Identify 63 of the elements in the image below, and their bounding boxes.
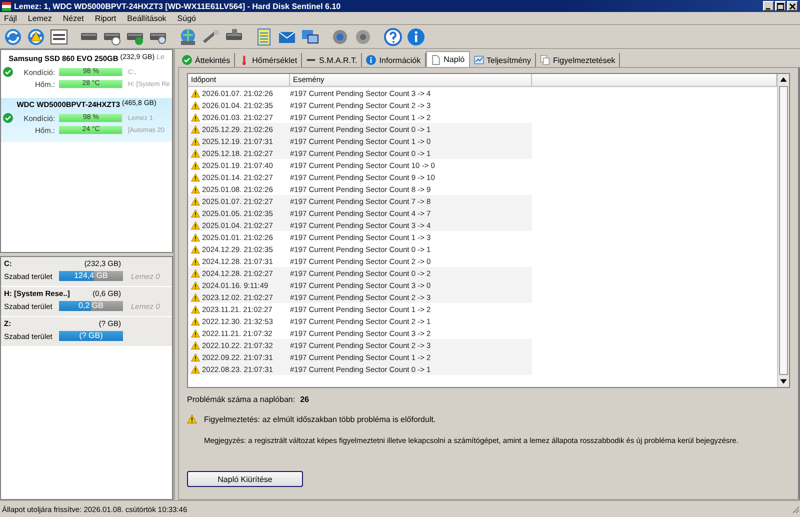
warning-icon xyxy=(191,340,200,350)
menu-item[interactable]: Riport xyxy=(94,14,116,22)
chart-icon xyxy=(474,55,484,65)
maximize-icon xyxy=(777,2,784,10)
menu-item[interactable]: Nézet xyxy=(62,14,84,22)
document-icon xyxy=(430,54,441,64)
info-icon[interactable] xyxy=(405,26,427,48)
free-space-bar: 124,4 GB xyxy=(59,271,123,281)
help-icon[interactable] xyxy=(382,26,404,48)
info-icon xyxy=(366,55,376,65)
tab[interactable]: Áttekintés xyxy=(178,53,236,67)
warning-icon xyxy=(191,124,200,134)
warning-icon xyxy=(191,244,200,254)
warning-icon xyxy=(191,208,200,218)
scrollbar[interactable] xyxy=(777,74,789,387)
free-space-bar: 0,2 GB xyxy=(59,301,123,311)
warning-icon xyxy=(191,196,200,206)
menu-item[interactable]: Súgó xyxy=(177,14,196,22)
warning-icon xyxy=(191,160,200,170)
warning-icon xyxy=(191,364,200,374)
warning-icon xyxy=(187,414,197,424)
tab[interactable]: Figyelmeztetések xyxy=(536,53,620,67)
warning-text: Figyelmeztetés: az elmúlt időszakban több probléma is előfordult. xyxy=(204,414,436,424)
app-icon xyxy=(2,2,11,10)
check-icon xyxy=(182,55,192,65)
tab[interactable]: S.M.A.R.T. xyxy=(302,53,362,67)
warning-icon xyxy=(191,172,200,182)
warning-icon xyxy=(191,112,200,122)
warning-icon xyxy=(191,88,200,98)
close-button[interactable] xyxy=(787,1,798,11)
problem-count: 26 xyxy=(300,395,309,404)
warning-icon xyxy=(191,316,200,326)
tab[interactable]: Napló xyxy=(426,51,470,67)
warning-icon xyxy=(191,220,200,230)
warning-icon xyxy=(191,256,200,266)
warning-icon xyxy=(191,352,200,362)
check-icon xyxy=(3,67,13,77)
window-title: Lemez: 1, WDC WD5000BPVT-24HXZT3 [WD-WX11E61LV564] - Hard Disk Sentinel 6.10 xyxy=(14,2,342,10)
check-icon xyxy=(3,113,13,123)
menu-item[interactable]: Fájl xyxy=(4,14,17,22)
tab[interactable]: Információk xyxy=(362,53,426,67)
maximize-button[interactable] xyxy=(775,1,786,11)
menu-item[interactable]: Lemez xyxy=(28,14,52,22)
warning-icon xyxy=(191,292,200,302)
menu-item[interactable]: Beállítások xyxy=(127,14,166,22)
minimize-button[interactable] xyxy=(763,1,774,11)
close-icon xyxy=(789,2,796,10)
tab[interactable]: Teljesítmény xyxy=(470,53,536,67)
warning-icon xyxy=(191,184,200,194)
resize-grip-icon[interactable] xyxy=(790,504,800,514)
warning-icon xyxy=(191,304,200,314)
problem-count-label: Problémák száma a naplóban: xyxy=(187,395,296,404)
tab[interactable]: Hőmérséklet xyxy=(235,53,302,67)
warning-icon xyxy=(191,232,200,242)
warning-icon xyxy=(191,268,200,278)
documents-icon xyxy=(540,55,550,65)
warning-icon xyxy=(191,136,200,146)
warning-icon xyxy=(191,328,200,338)
warning-icon xyxy=(191,148,200,158)
clear-log-button[interactable]: Napló Kiürítése xyxy=(187,471,303,487)
warning-icon xyxy=(191,280,200,290)
warning-icon xyxy=(191,100,200,110)
free-space-bar: (? GB) xyxy=(59,331,123,341)
